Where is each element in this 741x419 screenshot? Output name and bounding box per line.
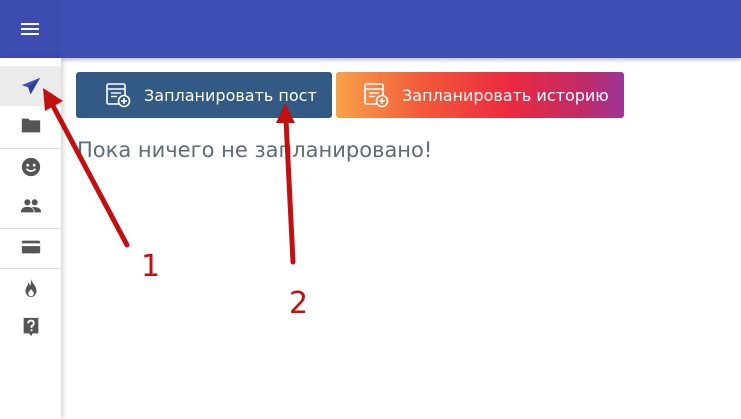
smile-icon: [21, 157, 40, 177]
sidebar-item-accounts[interactable]: [0, 147, 61, 187]
main-content: Запланировать пост Запланировать историю…: [61, 58, 741, 419]
sidebar-item-billing[interactable]: [0, 227, 61, 267]
schedule-post-label: Запланировать пост: [144, 85, 317, 105]
sidebar-item-team[interactable]: [0, 186, 61, 226]
menu-button[interactable]: [0, 0, 60, 58]
app-root: Запланировать пост Запланировать историю…: [0, 0, 741, 419]
question-icon: [23, 317, 38, 337]
calendar-add-icon: [364, 83, 389, 108]
annotation-label-2: 2: [289, 286, 309, 321]
hamburger-icon: [21, 23, 39, 35]
empty-state-message: Пока ничего не запланировано!: [77, 138, 433, 162]
schedule-story-button[interactable]: Запланировать историю: [336, 72, 624, 118]
top-bar: [0, 0, 741, 58]
schedule-post-button[interactable]: Запланировать пост: [76, 72, 332, 118]
people-icon: [20, 199, 41, 213]
flame-icon: [25, 278, 36, 298]
sidebar-item-folders[interactable]: [0, 105, 61, 145]
sidebar: [0, 58, 61, 419]
sidebar-item-schedule[interactable]: [0, 66, 61, 106]
folder-icon: [21, 118, 40, 133]
annotation-label-1: 1: [141, 249, 161, 284]
paper-plane-icon: [21, 77, 40, 95]
schedule-story-label: Запланировать историю: [402, 85, 609, 105]
credit-card-icon: [21, 240, 40, 254]
calendar-add-icon: [106, 83, 131, 108]
sidebar-item-hot[interactable]: [0, 268, 61, 308]
sidebar-item-help[interactable]: [0, 307, 61, 347]
